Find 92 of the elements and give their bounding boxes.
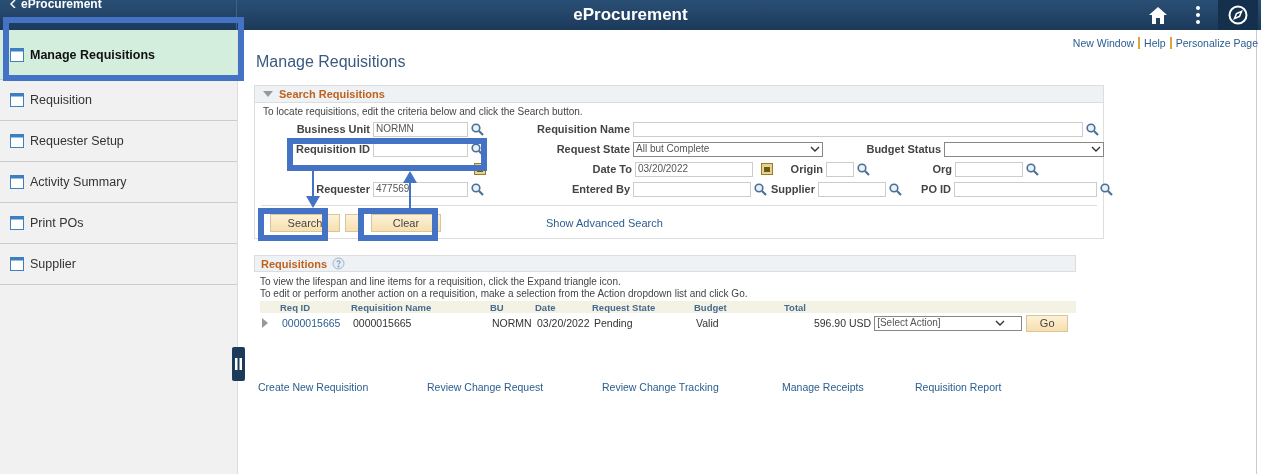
field-label: Entered By <box>570 183 630 195</box>
search-icon[interactable] <box>1026 162 1039 176</box>
footer-link[interactable]: Requisition Report <box>915 381 1002 393</box>
compass-icon[interactable] <box>1228 5 1248 25</box>
dropdown-field[interactable]: All but Complete <box>633 141 823 157</box>
clear-button[interactable]: Clear <box>371 214 441 232</box>
page-link[interactable]: Help <box>1144 37 1166 49</box>
column-header: BU <box>490 301 505 313</box>
app-title: eProcurement <box>573 5 688 24</box>
field-label: Org <box>931 163 952 175</box>
highlight-frame <box>258 208 328 241</box>
dropdown-field[interactable] <box>944 141 1104 157</box>
sidebar-item[interactable]: Activity Summary <box>0 162 237 203</box>
page-link[interactable]: New Window <box>1072 37 1135 49</box>
text-field[interactable]: 03/20/2022 <box>635 161 753 177</box>
field-label: Request State <box>555 143 630 155</box>
requisition-link[interactable]: 0000015665 <box>282 317 353 329</box>
section-heading: Requisitions <box>261 257 327 270</box>
more-icon[interactable] <box>1196 6 1200 24</box>
search-icon[interactable] <box>1100 182 1113 196</box>
table-cell-text: NORMN <box>492 317 533 329</box>
instructions: To view the lifespan and line items for a requisition, click the Expand triangle icon. <box>260 276 622 288</box>
field-label: Requisition ID <box>295 143 370 155</box>
go-button[interactable]: Go <box>1026 314 1069 332</box>
search-icon[interactable] <box>889 182 902 196</box>
table-cell-text: 0000015665 <box>353 317 413 329</box>
field-label: Requester <box>315 183 370 195</box>
search-icon[interactable] <box>754 182 767 196</box>
field-label: Date To <box>591 163 632 175</box>
search-icon[interactable] <box>471 122 484 136</box>
calendar-icon[interactable] <box>761 163 773 175</box>
table-cell-text: 596.90 <box>812 317 846 329</box>
column-header: Requisition Name <box>351 301 433 313</box>
table-cell-text: 03/20/2022 <box>537 317 591 329</box>
pause-icon <box>235 358 242 370</box>
text-field[interactable] <box>633 181 751 197</box>
page-icon <box>10 93 24 107</box>
sidebar-item[interactable]: Requester Setup <box>0 121 237 162</box>
back-link[interactable]: eProcurement <box>21 0 102 11</box>
field-label: Origin <box>789 163 823 175</box>
footer-link[interactable]: Create New Requisition <box>258 381 427 393</box>
panel-heading: Search Requisitions <box>279 88 385 100</box>
instructions: To edit or perform another action on a requisition, make a selection from the Action dropdown list and click Go. <box>260 288 749 300</box>
chevron-icon[interactable] <box>1091 146 1101 152</box>
column-header: Budget <box>694 301 728 313</box>
dropdown-field[interactable]: [Select Action] <box>874 315 1023 331</box>
sidebar-item[interactable]: Supplier <box>0 244 237 285</box>
expand-icon[interactable] <box>262 318 268 328</box>
text-field[interactable]: NORMN <box>373 121 468 137</box>
table-cell-text: Valid <box>696 317 720 329</box>
page-title: Manage Requisitions <box>256 53 407 71</box>
text-field[interactable] <box>954 181 1097 197</box>
field-label: Supplier <box>770 183 815 195</box>
table-cell-text: USD <box>848 317 873 329</box>
page-icon <box>10 47 24 62</box>
sidebar-item[interactable]: Manage Requisitions <box>0 30 237 80</box>
sidebar-item[interactable]: Requisition <box>0 80 237 121</box>
sidebar-item[interactable]: Print POs <box>0 203 237 244</box>
search-icon[interactable] <box>471 182 484 196</box>
search-icon[interactable] <box>471 142 484 156</box>
text-field[interactable] <box>633 121 1083 137</box>
text-field[interactable] <box>955 161 1023 177</box>
page-icon <box>10 134 24 148</box>
page-icon <box>10 216 24 230</box>
text-field[interactable] <box>818 181 886 197</box>
footer-link[interactable]: Review Change Tracking <box>602 381 782 393</box>
search-button[interactable]: Search <box>270 214 340 232</box>
field-label: PO ID <box>920 183 951 195</box>
column-header: Date <box>535 301 557 313</box>
footer-link[interactable]: Review Change Request <box>427 381 602 393</box>
table-cell-text: Pending <box>594 317 634 329</box>
back-icon[interactable] <box>10 0 16 8</box>
text-field[interactable]: 477569 <box>373 181 468 197</box>
chevron-icon[interactable] <box>995 320 1006 326</box>
page-link[interactable]: Personalize Page <box>1175 37 1258 49</box>
column-header: Total <box>784 301 807 313</box>
pause-button[interactable] <box>232 347 245 381</box>
chevron-icon[interactable] <box>810 146 820 152</box>
field-label: Requisition Name <box>536 123 630 135</box>
home-icon[interactable] <box>1149 6 1167 24</box>
column-header: Req ID <box>280 301 312 313</box>
text-field[interactable] <box>826 161 854 177</box>
page-icon <box>10 257 24 271</box>
search-icon[interactable] <box>857 162 870 176</box>
search-icon[interactable] <box>1086 122 1099 136</box>
footer-link[interactable]: Manage Receipts <box>782 381 915 393</box>
field-label: Business Unit <box>295 123 370 135</box>
column-header: Request State <box>592 301 657 313</box>
advanced-search-link[interactable]: Show Advanced Search <box>546 217 663 229</box>
field-label: Budget Status <box>865 143 941 155</box>
instructions: To locate requisitions, edit the criteria below and click the Search button. <box>262 105 584 117</box>
page-icon <box>10 175 24 189</box>
